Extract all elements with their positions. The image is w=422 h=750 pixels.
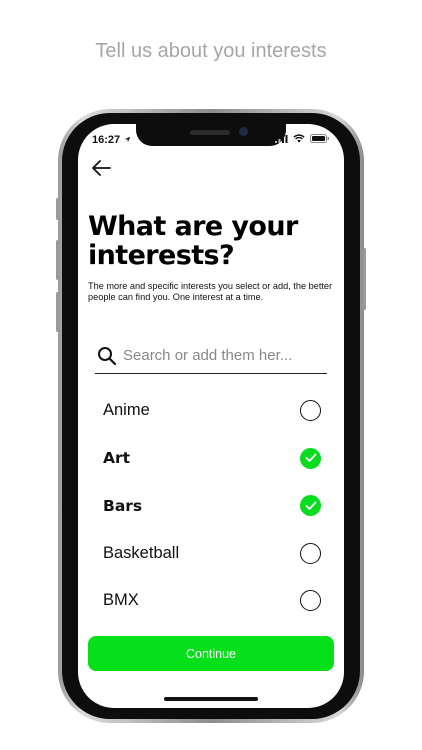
interest-item-bmx[interactable]: BMX bbox=[103, 577, 321, 625]
back-arrow-icon[interactable] bbox=[90, 158, 112, 178]
interest-label: Anime bbox=[103, 401, 150, 420]
interest-label: Basketball bbox=[103, 543, 180, 562]
wifi-icon bbox=[293, 134, 305, 143]
notch bbox=[136, 124, 286, 146]
interest-item-basketball[interactable]: Basketball bbox=[103, 530, 321, 578]
checkmark-icon[interactable] bbox=[300, 495, 321, 517]
interest-list: Anime Art Bars Basketball BMX bbox=[103, 387, 321, 625]
mute-switch bbox=[56, 198, 59, 220]
interest-item-art[interactable]: Art bbox=[103, 435, 321, 483]
checkbox-unchecked-icon[interactable] bbox=[300, 400, 321, 422]
interest-label: Art bbox=[103, 449, 131, 468]
app-screen: 16:27 What are your interests? The more … bbox=[78, 124, 344, 708]
checkmark-icon[interactable] bbox=[300, 447, 321, 469]
checkbox-unchecked-icon[interactable] bbox=[300, 590, 321, 612]
continue-button[interactable]: Continue bbox=[88, 636, 334, 671]
interest-item-bars[interactable]: Bars bbox=[103, 482, 321, 530]
page-title: What are your interests? bbox=[88, 211, 298, 271]
status-time: 16:27 bbox=[92, 134, 131, 146]
interest-label: Bars bbox=[103, 496, 143, 515]
battery-icon bbox=[310, 134, 329, 143]
screenshot-caption: Tell us about you interests bbox=[95, 40, 327, 62]
status-icons bbox=[275, 134, 330, 143]
interest-label: BMX bbox=[103, 591, 139, 610]
volume-up-button bbox=[56, 240, 59, 280]
search-icon bbox=[98, 347, 117, 366]
search-input[interactable] bbox=[123, 344, 319, 366]
power-button bbox=[363, 248, 366, 310]
front-camera bbox=[239, 127, 248, 136]
signal-icon bbox=[275, 134, 288, 143]
search-field[interactable] bbox=[95, 338, 327, 374]
location-arrow-icon bbox=[124, 136, 131, 143]
interest-item-anime[interactable]: Anime bbox=[103, 387, 321, 435]
checkbox-unchecked-icon[interactable] bbox=[300, 542, 321, 564]
page-description: The more and specific interests you sele… bbox=[88, 281, 333, 302]
speaker-grille bbox=[190, 130, 230, 135]
volume-down-button bbox=[56, 292, 59, 332]
home-indicator bbox=[164, 697, 258, 701]
